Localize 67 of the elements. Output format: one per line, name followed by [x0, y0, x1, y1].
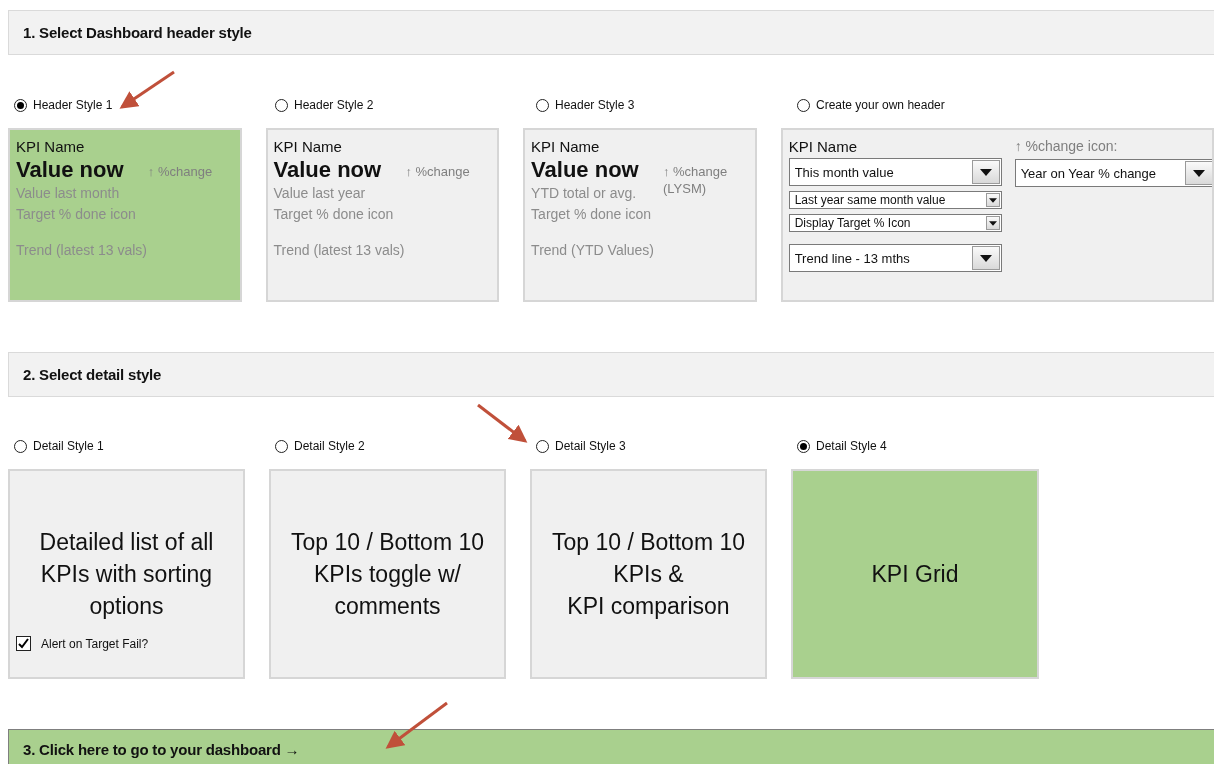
detail-preview-card[interactable]: Detailed list of all KPIs with sorting options Alert on Target Fail? [8, 469, 245, 679]
dropdown[interactable]: Trend line - 13 mths [788, 244, 1002, 272]
caret-icon [1192, 169, 1205, 177]
section-header: 1. Select Dashboard header style [8, 10, 1214, 55]
radio-button[interactable] [275, 439, 288, 453]
change-indicator: ↑ %change [662, 163, 728, 181]
detail-preview-card[interactable]: KPI Grid [791, 469, 1039, 679]
radio-label: Detail Style 2 [294, 439, 365, 453]
dropdown[interactable]: Display Target % Icon [788, 214, 1002, 232]
kpi-name: KPI Name [531, 138, 601, 155]
kpi-value: Value now [16, 157, 124, 183]
pointer-arrow [119, 70, 175, 109]
radio-label: Detail Style 1 [33, 439, 104, 453]
dropdown[interactable]: This month value [788, 158, 1002, 186]
radio-button[interactable] [275, 98, 288, 112]
header-preview-card[interactable]: KPI Name This month value Last year same month value Display Target % Icon Trend line - 13 mths ↑ %change icon: Year on Year % change [780, 128, 1214, 302]
caret-icon [979, 168, 992, 176]
preview-line: Target % done icon [273, 205, 394, 224]
kpi-value: Value now [531, 157, 639, 183]
detail-description: Top 10 / Bottom 10 KPIs & KPI comparison [550, 528, 747, 621]
section-header: 2. Select detail style [8, 352, 1214, 397]
radio-button[interactable] [536, 98, 549, 112]
kpi-name: KPI Name [788, 138, 858, 155]
header-preview-card[interactable]: KPI Name Value now ↑ %change YTD total or avg. (LYSM) Target % done icon Trend (YTD Values) [523, 128, 757, 302]
radio-label: Create your own header [816, 98, 945, 112]
change-indicator: ↑ %change [405, 163, 470, 181]
radio-button[interactable] [797, 98, 810, 112]
detail-preview-card[interactable]: Top 10 / Bottom 10 KPIs & KPI comparison [530, 469, 767, 679]
radio-button[interactable] [797, 439, 810, 453]
radio-label: Detail Style 3 [555, 439, 626, 453]
header-preview-card[interactable]: KPI Name Value now ↑ %change Value last month Target % done icon Trend (latest 13 vals) [8, 128, 242, 302]
kpi-name: KPI Name [16, 138, 86, 155]
pointer-arrow [477, 403, 528, 443]
trend-label: Trend (latest 13 vals) [273, 242, 406, 258]
dropdown[interactable]: Year on Year % change [1014, 159, 1212, 187]
kpi-value: Value now [273, 157, 382, 183]
change-icon-label: ↑ %change icon: [1014, 137, 1119, 156]
preview-line: Value last month [16, 184, 120, 203]
change-indicator: ↑ %change [147, 163, 213, 181]
header-preview-card[interactable]: KPI Name Value now ↑ %change Value last year Target % done icon Trend (latest 13 vals) [265, 128, 500, 302]
radio-label: Header Style 1 [33, 98, 113, 112]
radio-button[interactable] [14, 439, 27, 453]
pointer-arrow [385, 701, 448, 749]
preview-line: YTD total or avg. [531, 184, 637, 203]
radio-label: Detail Style 4 [816, 439, 887, 453]
detail-description: KPI Grid [870, 560, 960, 589]
checkbox-label: Alert on Target Fail? [41, 636, 149, 651]
caret-icon [979, 254, 992, 262]
preview-line: Target % done icon [531, 205, 651, 224]
caret-icon [988, 220, 997, 226]
radio-label: Header Style 3 [555, 98, 635, 112]
trend-label: Trend (latest 13 vals) [16, 242, 148, 258]
detail-description: Top 10 / Bottom 10 KPIs toggle w/ comments [289, 528, 486, 621]
detail-preview-card[interactable]: Top 10 / Bottom 10 KPIs toggle w/ comments [269, 469, 506, 679]
preview-line: Value last year [273, 184, 366, 203]
checkbox[interactable] [16, 636, 31, 651]
trend-label: Trend (YTD Values) [531, 242, 656, 258]
radio-label: Header Style 2 [294, 98, 374, 112]
change-indicator: (LYSM) [662, 180, 707, 198]
caret-icon [988, 197, 997, 203]
radio-button[interactable] [536, 439, 549, 453]
kpi-name: KPI Name [273, 138, 343, 155]
dashboard-link[interactable]: 3. Click here to go to your dashboard → [8, 729, 1214, 764]
dropdown[interactable]: Last year same month value [788, 191, 1002, 209]
detail-description: Detailed list of all KPIs with sorting options [38, 528, 215, 621]
radio-button[interactable] [14, 98, 27, 112]
preview-line: Target % done icon [16, 205, 136, 224]
